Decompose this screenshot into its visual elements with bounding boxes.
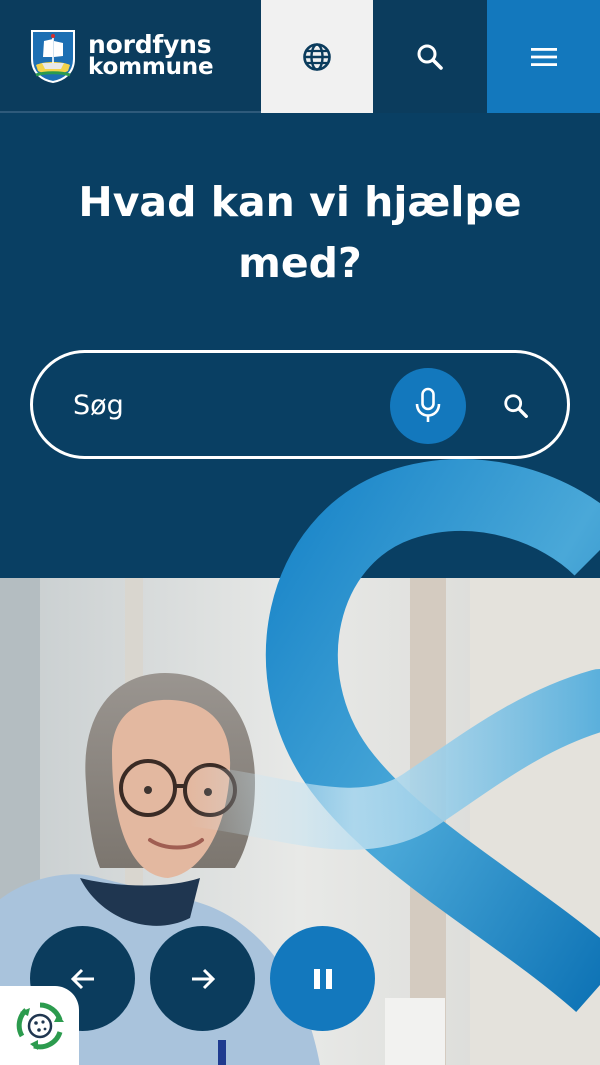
microphone-icon	[415, 387, 441, 422]
arrow-right-icon	[191, 968, 215, 989]
search-icon	[417, 44, 443, 70]
search-input[interactable]	[73, 379, 373, 431]
cookie-consent-button[interactable]	[0, 986, 79, 1065]
pause-icon	[313, 968, 332, 989]
cookie-consent-icon	[16, 1002, 64, 1050]
arrow-left-icon	[70, 968, 94, 989]
carousel-next-button[interactable]	[150, 926, 255, 1031]
header-search-button[interactable]	[373, 0, 487, 113]
site-logo[interactable]: nordfyns kommune	[30, 28, 245, 84]
search-submit-button[interactable]	[488, 378, 544, 434]
globe-icon	[303, 42, 331, 71]
menu-button[interactable]	[487, 0, 600, 113]
search-box	[30, 350, 570, 459]
search-icon	[504, 394, 528, 418]
hero-title: Hvad kan vi hjælpe med?	[78, 178, 522, 287]
coat-of-arms-icon	[31, 30, 75, 83]
hamburger-menu-icon	[530, 47, 557, 66]
language-button[interactable]	[261, 0, 373, 113]
logo-text: nordfyns kommune	[88, 30, 214, 80]
carousel-pause-button[interactable]	[270, 926, 375, 1031]
logo-line-1: nordfyns	[88, 30, 212, 59]
site-header: nordfyns kommune	[0, 0, 600, 113]
logo-line-2: kommune	[88, 54, 214, 80]
voice-search-button[interactable]	[390, 368, 466, 444]
